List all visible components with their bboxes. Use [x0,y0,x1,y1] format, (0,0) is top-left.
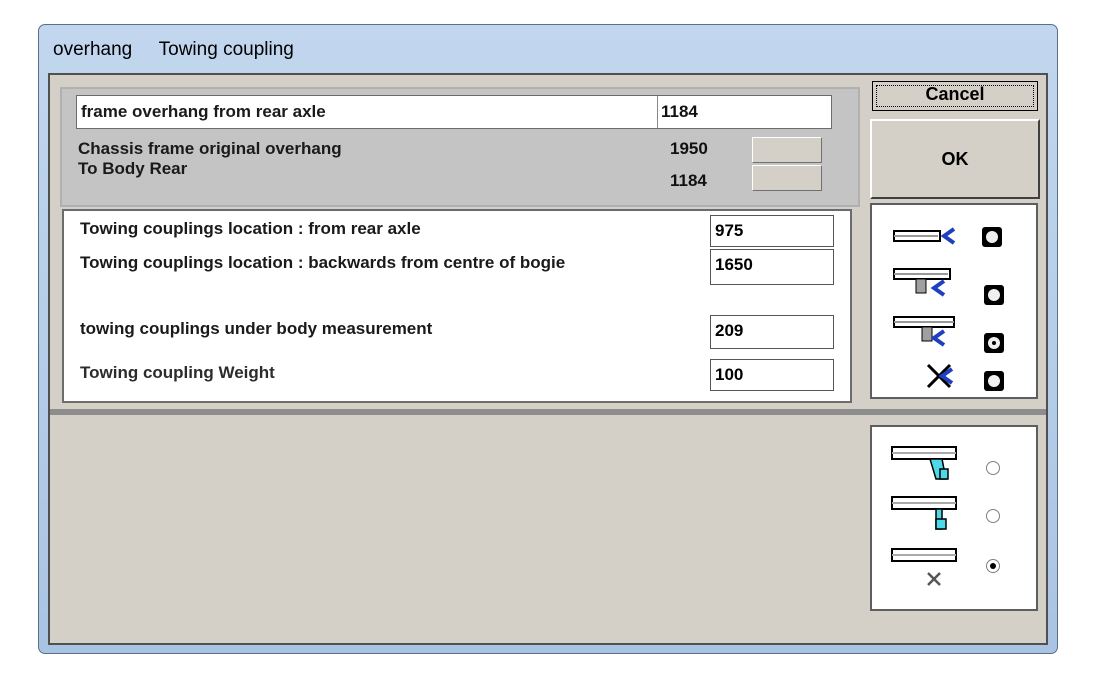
weight-input[interactable]: 100 [710,359,834,391]
tab-towing-coupling[interactable]: Towing coupling [159,39,294,60]
body-rear-button[interactable] [752,165,822,191]
cancel-button[interactable]: Cancel [872,81,1038,111]
dialog-window: overhang Towing coupling frame overhang … [38,24,1058,654]
under-body-label: towing couplings under body measurement [80,319,433,338]
original-overhang-value: 1950 [670,139,708,158]
coupling-type-panel [870,203,1038,399]
divider-line [657,96,658,128]
frame-overhang-value[interactable]: 1184 [661,102,698,122]
bracket-type-radio-2[interactable] [986,509,1000,523]
original-overhang-label: Chassis frame original overhang [78,139,342,158]
drop-bracket-coupling-icon [893,268,951,297]
focus-rect [876,85,1034,107]
original-overhang-button[interactable] [752,137,822,163]
towing-section: Towing couplings location : from rear ax… [62,209,852,403]
bracket-type-panel [870,425,1038,611]
no-coupling-icon [926,363,954,389]
bracket-type-radio-1[interactable] [986,461,1000,475]
straight-bracket-icon [891,496,957,530]
from-rear-axle-input[interactable]: 975 [710,215,834,247]
tab-overhang[interactable]: overhang [53,39,132,60]
dialog-client-area: frame overhang from rear axle 1184 Chass… [48,73,1048,645]
body-rear-value: 1184 [670,171,707,190]
weight-label: Towing coupling Weight [80,363,275,382]
under-body-input[interactable]: 209 [710,315,834,349]
ok-label: OK [941,149,969,169]
frame-overhang-row: frame overhang from rear axle 1184 [76,95,832,129]
overhang-section: frame overhang from rear axle 1184 Chass… [60,87,860,207]
coupling-type-radio-2[interactable] [984,285,1004,305]
frame-end-coupling-icon [893,227,956,245]
from-bogie-input[interactable]: 1650 [710,249,834,285]
no-bracket-icon [891,548,957,586]
coupling-type-radio-4[interactable] [984,371,1004,391]
section-divider [50,409,1046,415]
from-rear-axle-label: Towing couplings location : from rear ax… [80,219,421,238]
coupling-type-radio-3[interactable] [984,333,1004,353]
ok-button[interactable]: OK [870,119,1040,199]
bracket-type-radio-3[interactable] [986,559,1000,573]
under-body-coupling-icon [893,316,955,347]
body-rear-label: To Body Rear [78,159,188,178]
coupling-type-radio-1[interactable] [982,227,1002,247]
title-bar: overhang Towing coupling [39,25,1057,73]
window-title: overhang Towing coupling [53,39,294,61]
from-bogie-label: Towing couplings location : backwards fr… [80,253,566,272]
frame-overhang-label: frame overhang from rear axle [81,102,326,121]
angled-bracket-icon [891,446,957,480]
